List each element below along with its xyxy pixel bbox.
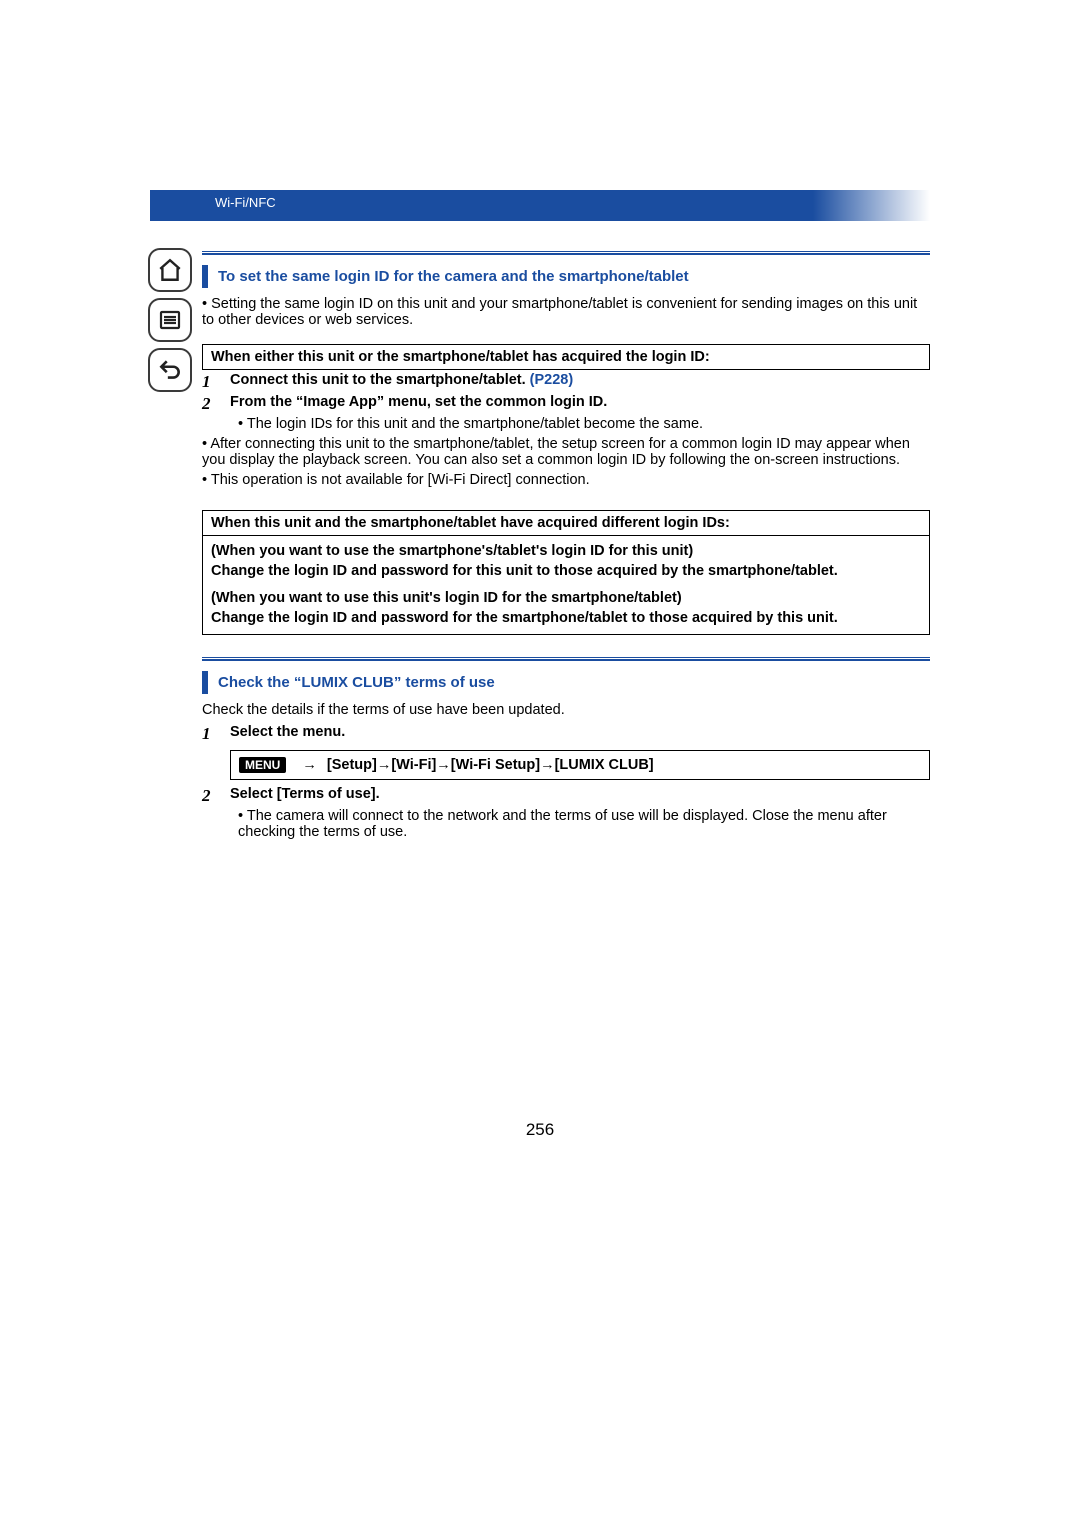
menu-path-box: MENU → [Setup]→[Wi-Fi]→[Wi-Fi Setup]→[LU…: [230, 750, 930, 780]
step-row: 1 Select the menu.: [202, 724, 930, 744]
note-bullet: After connecting this unit to the smartp…: [202, 436, 930, 468]
contents-button[interactable]: [148, 298, 192, 342]
section-header: Wi-Fi/NFC: [150, 190, 930, 221]
menu-tag: MENU: [239, 757, 286, 773]
step-number: 2: [202, 786, 230, 806]
step-number: 1: [202, 724, 230, 744]
page-link[interactable]: (P228): [530, 372, 574, 388]
menu-path: [Setup]→[Wi-Fi]→[Wi-Fi Setup]→[LUMIX CLU…: [327, 757, 654, 773]
breadcrumb: Wi-Fi/NFC: [215, 195, 276, 210]
step-text: Select the menu.: [230, 724, 930, 744]
case-heading-box: When either this unit or the smartphone/…: [202, 344, 930, 370]
home-button[interactable]: [148, 248, 192, 292]
note-bullet: This operation is not available for [Wi-…: [202, 472, 930, 488]
case-line: (When you want to use the smartphone's/t…: [211, 542, 921, 562]
page-content: To set the same login ID for the camera …: [202, 251, 930, 1140]
section-heading: To set the same login ID for the camera …: [202, 265, 930, 288]
step-text: Select [Terms of use].: [230, 786, 930, 806]
step-row: 2 From the “Image App” menu, set the com…: [202, 394, 930, 414]
step-number: 1: [202, 372, 230, 392]
page-number: 256: [150, 1120, 930, 1140]
home-icon: [157, 257, 183, 283]
case-line: Change the login ID and password for thi…: [211, 562, 921, 582]
list-icon: [158, 308, 182, 332]
intro-text: Setting the same login ID on this unit a…: [202, 296, 930, 328]
back-icon: [157, 357, 183, 383]
section-heading: Check the “LUMIX CLUB” terms of use: [202, 671, 930, 694]
step-text-content: Connect this unit to the smartphone/tabl…: [230, 372, 530, 388]
back-button[interactable]: [148, 348, 192, 392]
sub-bullet: The login IDs for this unit and the smar…: [238, 416, 930, 432]
sidebar-nav: [148, 248, 194, 398]
step-text: Connect this unit to the smartphone/tabl…: [230, 372, 930, 392]
step-row: 1 Connect this unit to the smartphone/ta…: [202, 372, 930, 392]
step-row: 2 Select [Terms of use].: [202, 786, 930, 806]
arrow-icon: →: [302, 757, 317, 773]
case-heading-box: When this unit and the smartphone/tablet…: [202, 510, 930, 536]
case-line: Change the login ID and password for the…: [211, 609, 921, 629]
case-body-box: (When you want to use the smartphone's/t…: [202, 536, 930, 635]
case-line: (When you want to use this unit's login …: [211, 589, 921, 609]
sub-bullet: The camera will connect to the network a…: [238, 808, 930, 840]
step-number: 2: [202, 394, 230, 414]
step-text: From the “Image App” menu, set the commo…: [230, 394, 930, 414]
intro-text: Check the details if the terms of use ha…: [202, 702, 930, 718]
